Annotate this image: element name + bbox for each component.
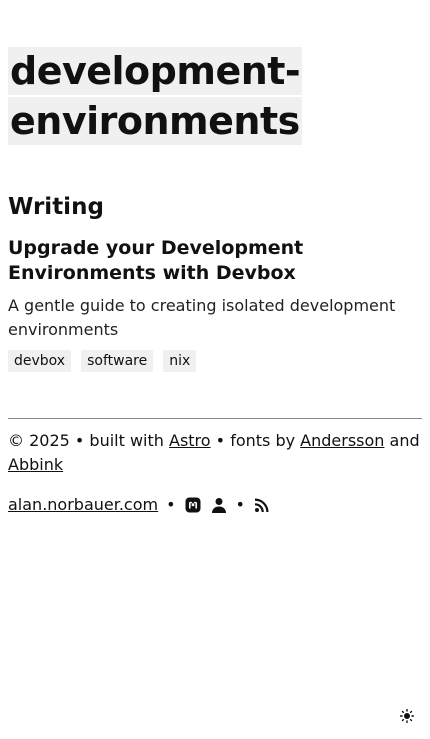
footer: © 2025 • built with Astro • fonts by And… <box>8 418 422 517</box>
sun-icon <box>399 708 415 726</box>
abbink-link[interactable]: Abbink <box>8 455 63 474</box>
theme-toggle-button[interactable] <box>396 706 418 728</box>
site-link[interactable]: alan.norbauer.com <box>8 493 158 517</box>
post-description: A gentle guide to creating isolated deve… <box>8 296 396 339</box>
tag-software[interactable]: software <box>81 350 154 372</box>
astro-link[interactable]: Astro <box>169 431 211 450</box>
bullet-separator-2: • <box>235 495 245 514</box>
post-title-link[interactable]: Upgrade your Development Environments wi… <box>8 236 422 286</box>
tag-devbox[interactable]: devbox <box>8 350 72 372</box>
tag-title-text: development-environments <box>8 47 303 145</box>
rss-icon[interactable] <box>253 496 271 514</box>
section-heading: Writing <box>8 194 104 220</box>
copyright-text: © 2025 • built with <box>8 431 169 450</box>
post-tags: devbox software nix <box>8 350 422 372</box>
and-text: and <box>384 431 420 450</box>
bullet-separator: • <box>166 495 176 514</box>
tag-nix[interactable]: nix <box>163 350 197 372</box>
person-icon[interactable] <box>210 496 228 514</box>
fonts-text: • fonts by <box>210 431 301 450</box>
andersson-link[interactable]: Andersson <box>300 431 384 450</box>
mastodon-icon[interactable] <box>184 496 202 514</box>
footer-credits: © 2025 • built with Astro • fonts by And… <box>8 429 422 477</box>
post-item: Upgrade your Development Environments wi… <box>8 236 422 372</box>
footer-links: alan.norbauer.com • • <box>8 493 422 517</box>
page-content: development-environments Writing Upgrade… <box>8 46 422 517</box>
page-title: development-environments <box>8 46 422 146</box>
